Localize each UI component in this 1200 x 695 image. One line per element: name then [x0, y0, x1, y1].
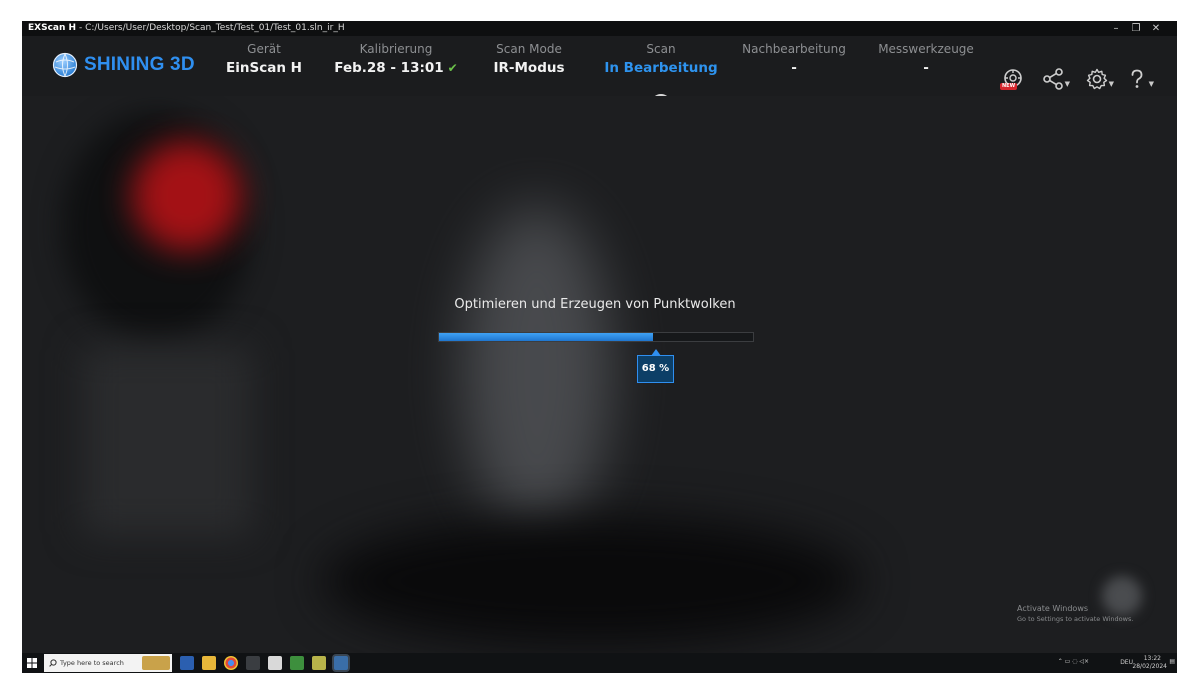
- search-icon: [49, 659, 57, 667]
- blurred-red-preview: [132, 141, 242, 251]
- title-bar: EXScan H - C:/Users/User/Desktop/Scan_Te…: [22, 21, 1177, 36]
- minimize-button[interactable]: –: [1106, 21, 1126, 36]
- clock-time[interactable]: 13:22: [1144, 655, 1161, 662]
- restore-button[interactable]: ❐: [1126, 21, 1146, 36]
- chrome-icon[interactable]: [224, 656, 238, 670]
- new-badge: NEW: [1000, 83, 1018, 90]
- progress-bar-fill: [439, 333, 653, 341]
- window-title: EXScan H - C:/Users/User/Desktop/Scan_Te…: [28, 21, 345, 36]
- progress-bar-track: [438, 332, 754, 342]
- windows-logo-icon: [27, 658, 37, 668]
- taskbar-app-icon[interactable]: [290, 656, 304, 670]
- search-highlight-icon: [142, 656, 170, 670]
- cloud-update-button[interactable]: NEW: [998, 66, 1028, 92]
- title-separator: -: [78, 23, 83, 33]
- help-question-icon: [1131, 69, 1143, 88]
- start-button[interactable]: [22, 653, 42, 673]
- file-explorer-icon[interactable]: [202, 656, 216, 670]
- step-scan-mode[interactable]: Scan Mode IR-Modus: [454, 42, 604, 78]
- chevron-down-icon: ▼: [1148, 80, 1154, 88]
- input-language[interactable]: DEU: [1120, 659, 1133, 666]
- step-device[interactable]: Gerät EinScan H: [189, 42, 339, 78]
- settings-button[interactable]: ▼: [1082, 66, 1114, 92]
- chevron-down-icon: ▼: [1108, 80, 1114, 88]
- step-measurement-tools-label: Messwerkzeuge: [878, 42, 974, 56]
- step-measurement-tools[interactable]: Messwerkzeuge -: [851, 42, 1001, 78]
- step-scan-label: Scan: [646, 42, 676, 56]
- step-device-value: EinScan H: [226, 60, 302, 76]
- blurred-base: [322, 516, 862, 646]
- step-scan[interactable]: Scan In Bearbeitung: [586, 42, 736, 78]
- gear-icon: [1086, 68, 1108, 90]
- taskbar-app-icon[interactable]: [268, 656, 282, 670]
- notification-icon[interactable]: ▤: [1169, 658, 1175, 665]
- workflow-header: SHINING 3D Gerät EinScan H Kalibrierung …: [22, 36, 1177, 114]
- taskbar-app-icon[interactable]: [180, 656, 194, 670]
- step-calibration[interactable]: Kalibrierung Feb.28 - 13:01 ✔: [321, 42, 471, 78]
- share-icon: [1043, 68, 1063, 90]
- search-placeholder: Type here to search: [60, 659, 124, 667]
- blurred-scan-object: [462, 206, 612, 536]
- step-measurement-tools-value: -: [923, 60, 929, 76]
- globe-logo-icon: [52, 52, 78, 78]
- logo-text: SHINING 3D: [84, 54, 195, 75]
- tray-icons[interactable]: ⌃ ▭ ◌ ◁×: [1058, 658, 1089, 665]
- close-button[interactable]: ✕: [1146, 21, 1166, 36]
- progress-percent-label: 68 %: [637, 349, 674, 383]
- terminal-icon[interactable]: [246, 656, 260, 670]
- 3d-viewport[interactable]: [22, 96, 1177, 653]
- progress-message: Optimieren und Erzeugen von Punktwolken: [454, 297, 736, 312]
- step-scan-value: In Bearbeitung: [604, 60, 718, 76]
- clock-date[interactable]: 28/02/2024: [1132, 663, 1167, 670]
- step-calibration-value: Feb.28 - 13:01: [334, 60, 444, 76]
- step-post-processing-value: -: [791, 60, 797, 76]
- shining3d-logo: SHINING 3D: [52, 51, 195, 79]
- help-button[interactable]: ▼: [1122, 66, 1154, 92]
- taskbar-app-icon[interactable]: [312, 656, 326, 670]
- blurred-side-panel: [82, 346, 252, 536]
- chevron-down-icon: ▼: [1064, 80, 1070, 88]
- project-path: C:/Users/User/Desktop/Scan_Test/Test_01/…: [85, 23, 345, 33]
- share-button[interactable]: ▼: [1038, 66, 1070, 92]
- activate-title: Activate Windows: [1017, 604, 1089, 613]
- activate-subtitle: Go to Settings to activate Windows.: [1017, 615, 1134, 623]
- step-post-processing[interactable]: Nachbearbeitung -: [719, 42, 869, 78]
- windows-taskbar: Type here to search ⌃ ▭ ◌ ◁× DEU 13:22 2…: [22, 653, 1177, 673]
- activate-windows-watermark: Activate Windows Go to Settings to activ…: [1017, 603, 1133, 625]
- step-scan-mode-label: Scan Mode: [496, 42, 562, 56]
- step-post-processing-label: Nachbearbeitung: [742, 42, 846, 56]
- exscan-app-icon[interactable]: [334, 656, 348, 670]
- step-device-label: Gerät: [247, 42, 281, 56]
- step-scan-mode-value: IR-Modus: [493, 60, 565, 76]
- taskbar-search-input[interactable]: Type here to search: [44, 654, 172, 672]
- app-name: EXScan H: [28, 23, 77, 33]
- app-window: EXScan H - C:/Users/User/Desktop/Scan_Te…: [22, 21, 1177, 673]
- step-calibration-label: Kalibrierung: [359, 42, 433, 56]
- step-calibration-value-row: Feb.28 - 13:01 ✔: [321, 58, 471, 78]
